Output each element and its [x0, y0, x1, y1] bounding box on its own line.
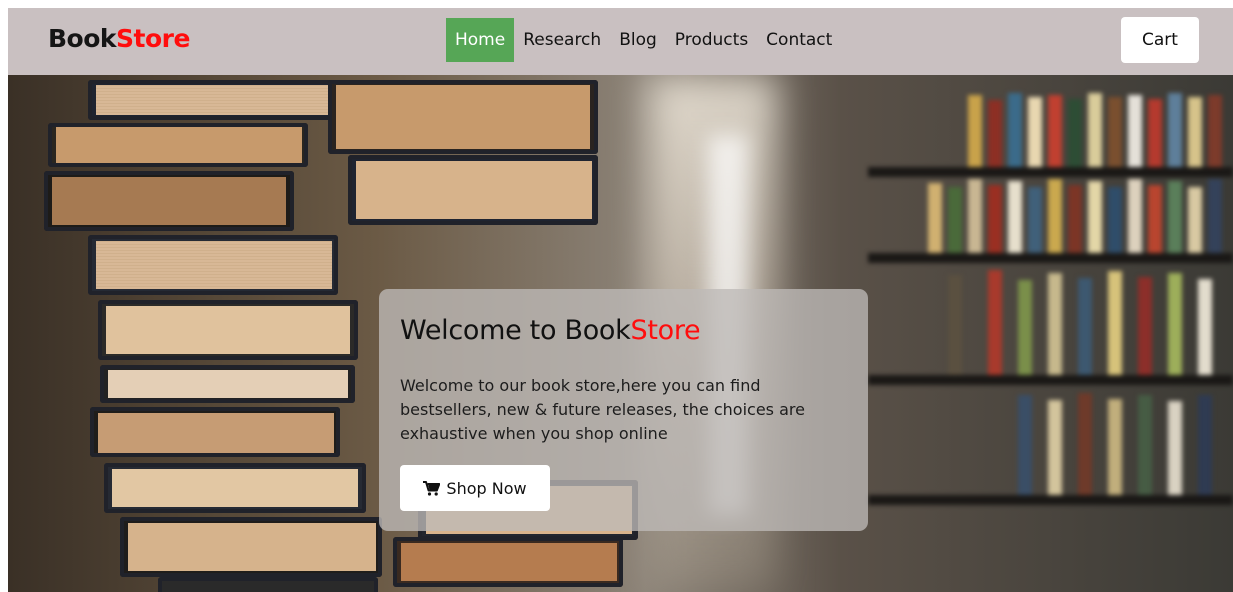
- navbar: BookStore Home Research Blog Products Co…: [8, 8, 1233, 75]
- welcome-card: Welcome to BookStore Welcome to our book…: [379, 289, 868, 531]
- shop-now-button[interactable]: Shop Now: [400, 465, 550, 511]
- hero-banner: Welcome to BookStore Welcome to our book…: [8, 75, 1233, 592]
- nav-item-products[interactable]: Products: [666, 18, 757, 62]
- hero-title: Welcome to BookStore: [400, 315, 701, 346]
- cart-button[interactable]: Cart: [1121, 17, 1199, 63]
- brand-logo-part1: Book: [48, 24, 117, 53]
- shopping-cart-icon: [423, 480, 441, 496]
- nav-item-contact[interactable]: Contact: [757, 18, 841, 62]
- brand-logo-part2: Store: [116, 24, 190, 53]
- shop-now-label: Shop Now: [446, 478, 527, 498]
- hero-title-part2: Store: [630, 315, 701, 346]
- hero-title-part1: Welcome to Book: [400, 315, 631, 346]
- brand-logo[interactable]: BookStore: [48, 24, 190, 53]
- page: BookStore Home Research Blog Products Co…: [8, 8, 1233, 592]
- main-nav: Home Research Blog Products Contact: [446, 18, 841, 62]
- nav-item-home[interactable]: Home: [446, 18, 515, 62]
- nav-item-research[interactable]: Research: [514, 18, 610, 62]
- hero-description: Welcome to our book store,here you can f…: [400, 376, 805, 443]
- nav-item-blog[interactable]: Blog: [610, 18, 666, 62]
